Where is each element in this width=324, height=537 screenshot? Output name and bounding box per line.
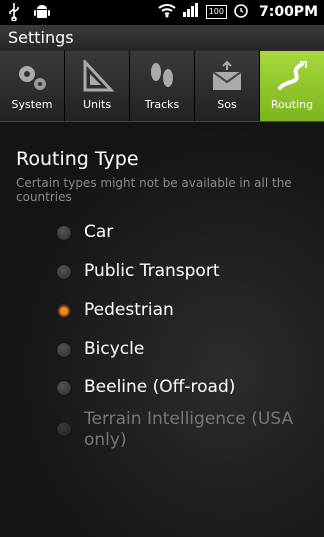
android-icon	[34, 3, 50, 25]
tab-label: Units	[82, 98, 112, 111]
tab-tracks[interactable]: Tracks	[130, 51, 195, 121]
signal-icon	[182, 2, 200, 22]
radio-button[interactable]	[56, 225, 72, 241]
clock: 7:00PM	[258, 4, 318, 20]
option-terrain-intelligence: Terrain Intelligence (USA only)	[56, 409, 304, 451]
tab-sos[interactable]: Sos	[195, 51, 260, 121]
status-bar: 100 7:00PM	[0, 0, 324, 25]
settings-tabs: System Units Tracks Sos Routing	[0, 51, 324, 122]
tab-label: Sos	[217, 98, 237, 111]
radio-button-selected[interactable]	[56, 303, 72, 319]
section-subtitle: Certain types might not be available in …	[16, 176, 292, 204]
tab-routing[interactable]: Routing	[260, 51, 324, 121]
radio-button[interactable]	[56, 342, 72, 358]
option-pedestrian[interactable]: Pedestrian	[56, 300, 174, 321]
tab-units[interactable]: Units	[65, 51, 130, 121]
radio-button[interactable]	[56, 380, 72, 396]
option-label: Terrain Intelligence (USA only)	[84, 409, 294, 450]
option-car[interactable]: Car	[56, 222, 113, 243]
option-beeline[interactable]: Beeline (Off-road)	[56, 377, 235, 398]
option-public-transport[interactable]: Public Transport	[56, 261, 220, 282]
routing-icon	[278, 61, 307, 90]
option-bicycle[interactable]: Bicycle	[56, 339, 144, 360]
tab-system[interactable]: System	[0, 51, 65, 121]
usb-icon	[8, 3, 20, 25]
gears-icon	[19, 66, 46, 90]
footprints-icon	[151, 63, 173, 87]
wifi-icon	[158, 2, 176, 22]
option-label: Pedestrian	[84, 300, 174, 320]
routing-panel: Routing Type Certain types might not be …	[0, 122, 324, 537]
radio-button[interactable]	[56, 264, 72, 280]
section-title: Routing Type	[16, 148, 139, 170]
envelope-icon	[212, 60, 242, 90]
ruler-triangle-icon	[83, 60, 115, 92]
option-label: Bicycle	[84, 339, 145, 359]
battery-icon: 100	[205, 5, 227, 19]
radio-button-disabled	[56, 421, 72, 437]
alarm-icon	[233, 2, 249, 22]
option-label: Car	[84, 222, 114, 242]
tab-label: Tracks	[144, 98, 180, 111]
page-title: Settings	[0, 25, 324, 51]
tab-label: Routing	[270, 98, 314, 111]
tab-label: System	[11, 98, 53, 111]
option-label: Beeline (Off-road)	[84, 377, 236, 397]
option-label: Public Transport	[84, 261, 220, 281]
